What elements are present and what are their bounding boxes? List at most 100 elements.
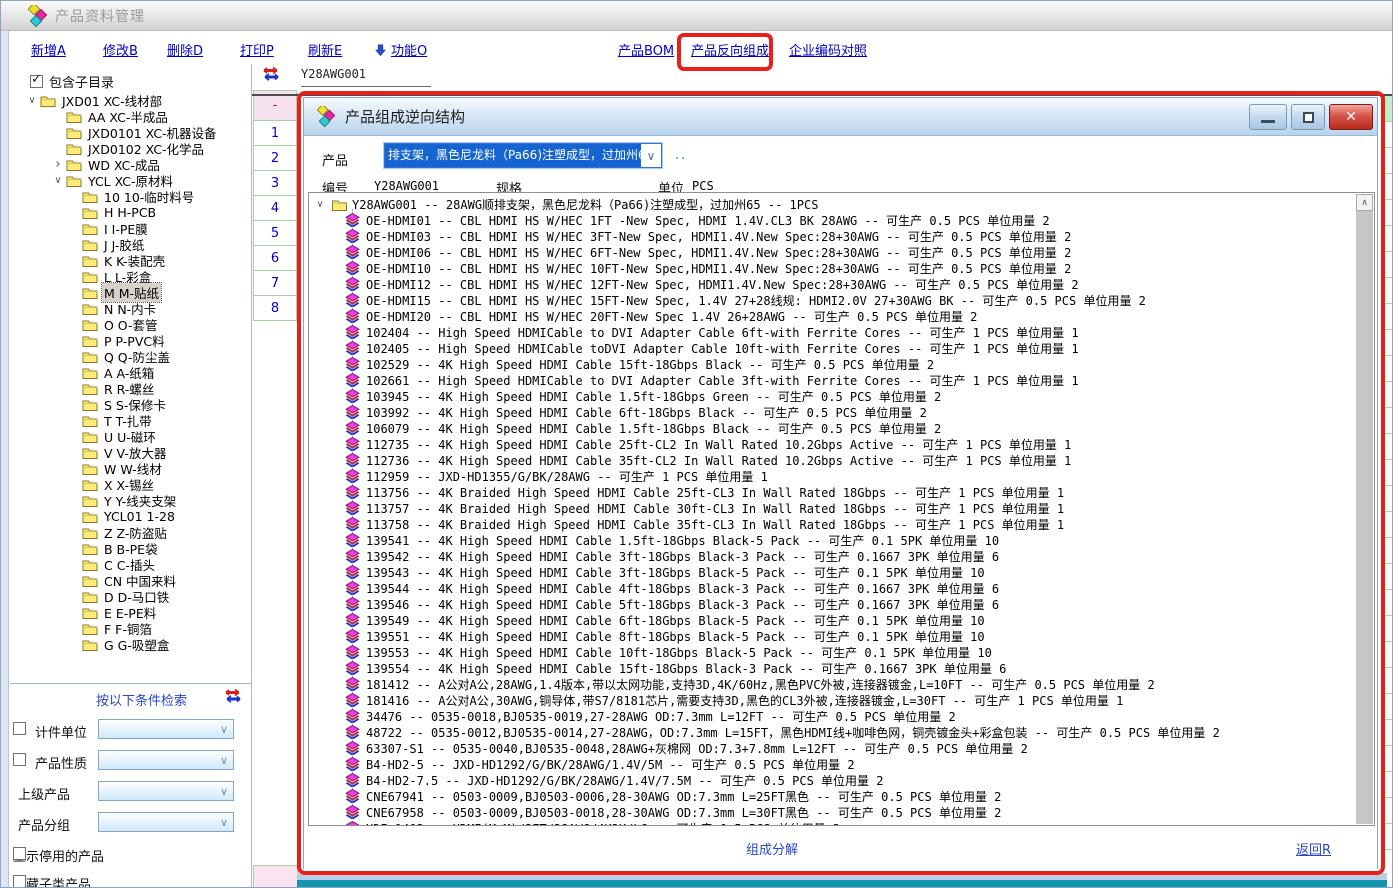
- decompose-link[interactable]: 组成分解: [722, 839, 822, 858]
- functions-menu-button[interactable]: 功能O: [375, 40, 427, 59]
- component-icon: [345, 709, 360, 723]
- bom-item-row[interactable]: B4-HD2-7.5 -- JXD-HD1292/G/BK/28AWG/1.4V…: [309, 772, 1355, 788]
- bom-item-row[interactable]: 103992 -- 4K High Speed HDMI Cable 6ft-1…: [309, 404, 1355, 420]
- nature-filter-checkbox[interactable]: [13, 753, 26, 766]
- bom-item-row[interactable]: 139543 -- 4K High Speed HDMI Cable 3ft-1…: [309, 564, 1355, 580]
- bom-root-row[interactable]: ∨ Y28AWG001 -- 28AWG顺排支架，黑色尼龙料（Pa66)注塑成型…: [309, 196, 1355, 212]
- bom-item-row[interactable]: 103945 -- 4K High Speed HDMI Cable 1.5ft…: [309, 388, 1355, 404]
- bom-item-row[interactable]: 112735 -- 4K High Speed HDMI Cable 25ft-…: [309, 436, 1355, 452]
- product-bom-button[interactable]: 产品BOM: [618, 40, 674, 59]
- unit-value: PCS: [692, 179, 714, 193]
- bom-item-row[interactable]: 139554 -- 4K High Speed HDMI Cable 15ft-…: [309, 660, 1355, 676]
- hide-subclass-checkbox[interactable]: [13, 875, 26, 888]
- window-titlebar: 产品资料管理: [1, 1, 1393, 31]
- bom-item-row[interactable]: 181416 -- A公对A公,30AWG,铜导体,带S7/8181芯片,需要支…: [309, 692, 1355, 708]
- page-cell[interactable]: 4: [253, 195, 297, 221]
- bom-item-row[interactable]: 102529 -- 4K High Speed HDMI Cable 15ft-…: [309, 356, 1355, 372]
- bom-item-row[interactable]: 181412 -- A公对A公,28AWG,1.4版本,带以太网功能,支持3D,…: [309, 676, 1355, 692]
- product-reverse-composition-button[interactable]: 产品反向组成: [691, 40, 769, 59]
- expander-icon[interactable]: [50, 157, 66, 172]
- include-subdirs-row: 包含子目录: [30, 72, 114, 91]
- bom-item-row[interactable]: B4-HD2-5 -- JXD-HD1292/G/BK/28AWG/1.4V/5…: [309, 756, 1355, 772]
- bom-item-text: 103945 -- 4K High Speed HDMI Cable 1.5ft…: [366, 388, 941, 404]
- bom-item-row[interactable]: 139553 -- 4K High Speed HDMI Cable 10ft-…: [309, 644, 1355, 660]
- expander-icon[interactable]: [24, 95, 40, 106]
- bom-item-row[interactable]: 34476 -- 0535-0018,BJ0535-0019,27-28AWG …: [309, 708, 1355, 724]
- expander-icon[interactable]: ∨: [317, 199, 331, 210]
- bom-item-row[interactable]: OE-HDMI15 -- CBL HDMI HS W/HEC 15FT-New …: [309, 292, 1355, 308]
- current-product-code-field[interactable]: Y28AWG001: [301, 67, 431, 87]
- bom-item-row[interactable]: 102661 -- High Speed HDMICable to DVI Ad…: [309, 372, 1355, 388]
- bom-item-row[interactable]: 139551 -- 4K High Speed HDMI Cable 8ft-1…: [309, 628, 1355, 644]
- close-button[interactable]: ✕: [1329, 104, 1373, 130]
- bom-item-row[interactable]: 139549 -- 4K High Speed HDMI Cable 6ft-1…: [309, 612, 1355, 628]
- show-disabled-checkbox[interactable]: [13, 847, 26, 860]
- maximize-button[interactable]: [1291, 104, 1325, 130]
- bom-item-row[interactable]: OE-HDMI01 -- CBL HDMI HS W/HEC 1FT -New …: [309, 212, 1355, 228]
- bom-item-row[interactable]: OE-HDMI03 -- CBL HDMI HS W/HEC 3FT-New S…: [309, 228, 1355, 244]
- page-cell[interactable]: 7: [253, 270, 297, 296]
- bom-item-text: 63307-S1 -- 0535-0040,BJ0535-0048,28AWG+…: [366, 740, 1028, 756]
- bom-item-row[interactable]: 102404 -- High Speed HDMICable to DVI Ad…: [309, 324, 1355, 340]
- chevron-down-icon[interactable]: ∨: [641, 144, 661, 167]
- refresh-button[interactable]: 刷新E: [308, 40, 342, 59]
- swap-arrows-icon[interactable]: [223, 689, 243, 703]
- unit-filter-select[interactable]: ∨: [98, 719, 234, 739]
- bom-item-row[interactable]: 139541 -- 4K High Speed HDMI Cable 1.5ft…: [309, 532, 1355, 548]
- bom-item-row[interactable]: OE-HDMI10 -- CBL HDMI HS W/HEC 10FT-New …: [309, 260, 1355, 276]
- expander-icon[interactable]: [50, 175, 66, 186]
- bom-item-row[interactable]: 106079 -- 4K High Speed HDMI Cable 1.5ft…: [309, 420, 1355, 436]
- minimize-button[interactable]: [1249, 104, 1287, 130]
- bom-item-row[interactable]: 139544 -- 4K High Speed HDMI Cable 4ft-1…: [309, 580, 1355, 596]
- close-icon: ✕: [1345, 109, 1357, 125]
- print-button[interactable]: 打印P: [240, 40, 274, 59]
- vertical-scrollbar[interactable]: ∧: [1356, 194, 1373, 824]
- tree-item[interactable]: 10 10-临时料号: [12, 188, 250, 204]
- bom-item-row[interactable]: OE-HDMI12 -- CBL HDMI HS W/HEC 12FT-New …: [309, 276, 1355, 292]
- tree-item[interactable]: G G-吸塑盒: [12, 636, 250, 652]
- bom-item-row[interactable]: OE-HDMI20 -- CBL HDMI HS W/HEC 20FT-New …: [309, 308, 1355, 324]
- page-cell[interactable]: 1: [253, 120, 297, 146]
- product-group-select[interactable]: ∨: [98, 812, 234, 832]
- folder-icon: [66, 126, 82, 139]
- page-cell[interactable]: 6: [253, 245, 297, 271]
- parent-product-select[interactable]: ∨: [98, 781, 234, 801]
- swap-arrows-icon[interactable]: [261, 67, 281, 81]
- delete-button[interactable]: 删除D: [167, 40, 203, 59]
- bom-item-text: 102405 -- High Speed HDMICable toDVI Ada…: [366, 340, 1079, 356]
- browse-button[interactable]: ..: [675, 148, 687, 163]
- new-button[interactable]: 新增A: [31, 40, 66, 59]
- bom-item-row[interactable]: 113756 -- 4K Braided High Speed HDMI Cab…: [309, 484, 1355, 500]
- bom-item-row[interactable]: 139542 -- 4K High Speed HDMI Cable 3ft-1…: [309, 548, 1355, 564]
- bom-item-row[interactable]: 112959 -- JXD-HD1355/G/BK/28AWG -- 可生产 1…: [309, 468, 1355, 484]
- scroll-up-button[interactable]: ∧: [1356, 194, 1373, 211]
- bom-item-row[interactable]: CNE67958 -- 0503-0009,BJ0503-0018,28-30A…: [309, 804, 1355, 820]
- bom-item-row[interactable]: OE-HDMI06 -- CBL HDMI HS W/HEC 6FT-New S…: [309, 244, 1355, 260]
- product-combobox[interactable]: 排支架，黑色尼龙料（Pa66)注塑成型，过加州65 ∨: [384, 143, 662, 168]
- bom-item-row[interactable]: 113757 -- 4K Braided High Speed HDMI Cab…: [309, 500, 1355, 516]
- bom-item-row[interactable]: 139546 -- 4K High Speed HDMI Cable 5ft-1…: [309, 596, 1355, 612]
- nature-filter-select[interactable]: ∨: [98, 750, 234, 770]
- edit-button[interactable]: 修改B: [103, 40, 138, 59]
- bom-item-row[interactable]: 113758 -- 4K Braided High Speed HDMI Cab…: [309, 516, 1355, 532]
- page-cell[interactable]: 8: [253, 295, 297, 321]
- include-subdirs-checkbox[interactable]: [30, 75, 43, 88]
- return-link[interactable]: 返回R: [1296, 839, 1331, 858]
- bom-item-row[interactable]: 48722 -- 0535-0012,BJ0535-0014,27-28AWG，…: [309, 724, 1355, 740]
- bom-item-row[interactable]: 102405 -- High Speed HDMICable toDVI Ada…: [309, 340, 1355, 356]
- tree-item[interactable]: Y Y-线夹支架: [12, 492, 250, 508]
- unit-filter-checkbox[interactable]: [13, 722, 26, 735]
- bom-item-row[interactable]: 112736 -- 4K High Speed HDMI Cable 35ft-…: [309, 452, 1355, 468]
- page-cell[interactable]: 3: [253, 170, 297, 196]
- page-cell[interactable]: 5: [253, 220, 297, 246]
- folder-icon: [82, 478, 98, 491]
- product-group-row: 产品分组 ∨: [10, 812, 252, 834]
- page-cell[interactable]: 2: [253, 145, 297, 171]
- bom-item-row[interactable]: CNE67941 -- 0503-0009,BJ0503-0006,28-30A…: [309, 788, 1355, 804]
- enterprise-code-map-button[interactable]: 企业编码对照: [789, 40, 867, 59]
- bom-item-text: 113756 -- 4K Braided High Speed HDMI Cab…: [366, 484, 1064, 500]
- chevron-down-icon: ∨: [220, 785, 228, 798]
- bom-item-row[interactable]: 63307-S1 -- 0535-0040,BJ0535-0048,28AWG+…: [309, 740, 1355, 756]
- tree-item-label: H H-PCB: [102, 205, 158, 220]
- dialog-titlebar: 产品组成逆向结构 ✕: [304, 98, 1377, 136]
